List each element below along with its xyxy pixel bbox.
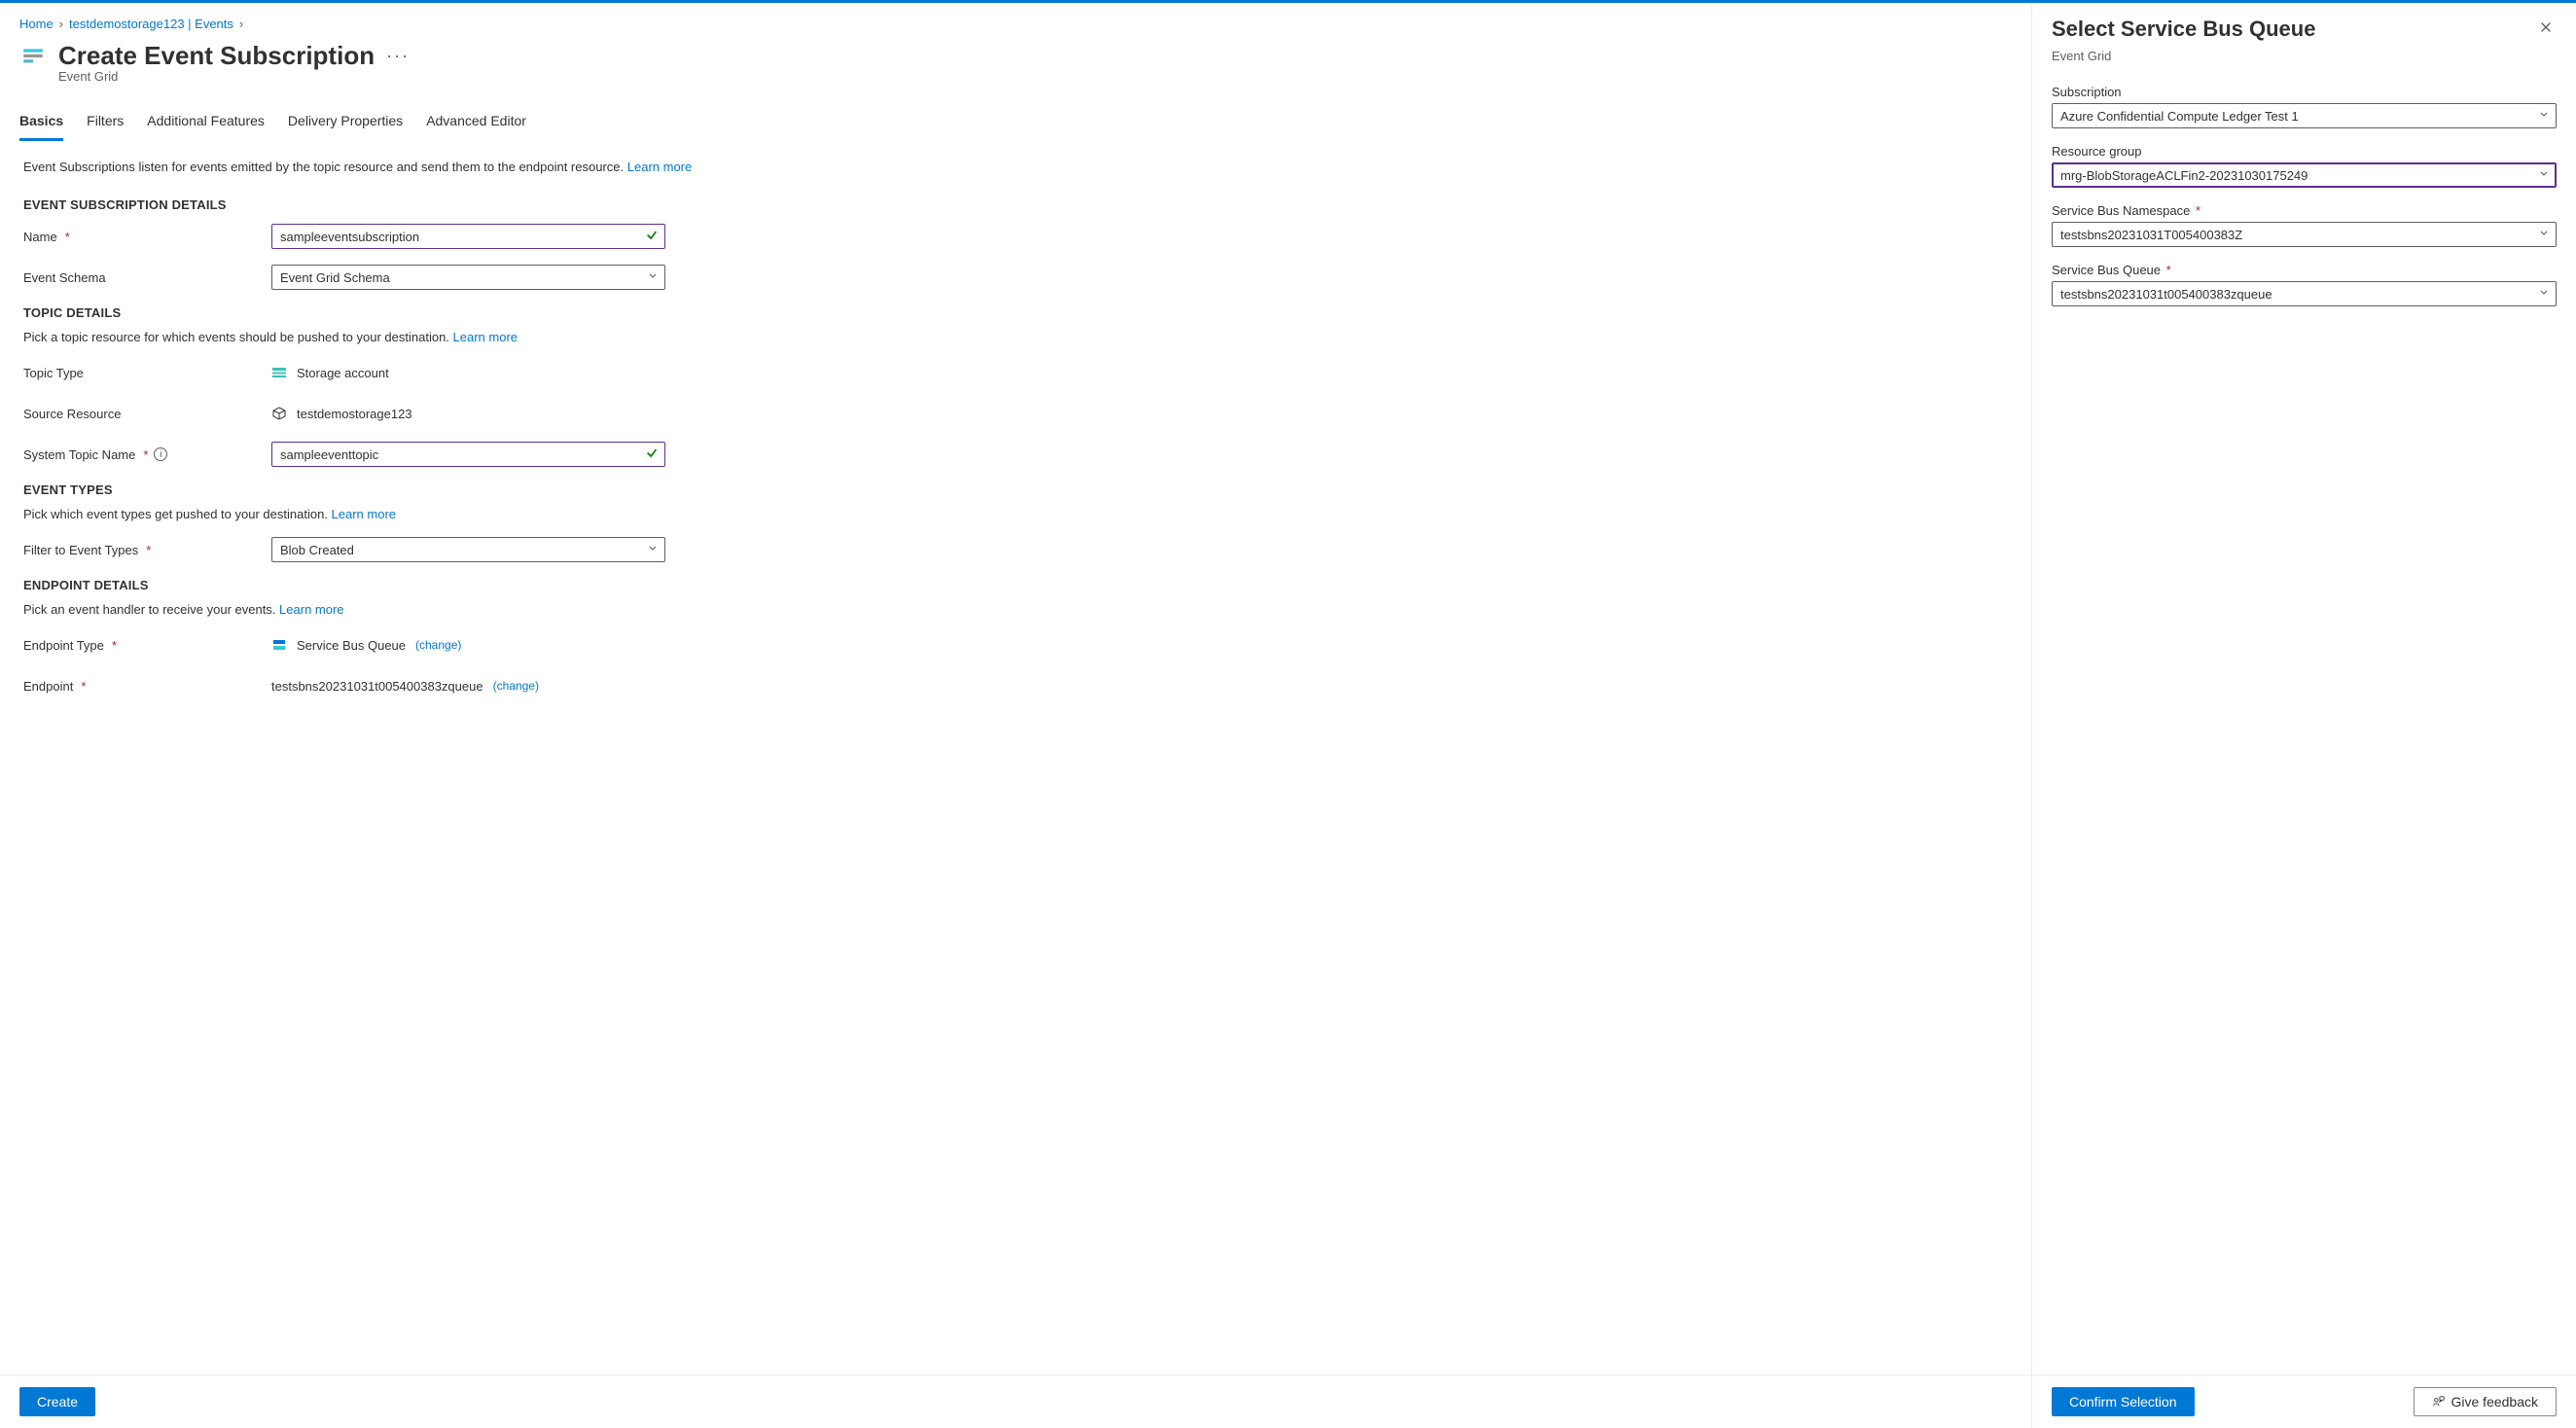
learn-more-link[interactable]: Learn more [332, 507, 396, 521]
service-bus-icon [271, 637, 287, 653]
event-types-desc: Pick which event types get pushed to you… [23, 507, 2008, 521]
confirm-selection-button[interactable]: Confirm Selection [2052, 1387, 2195, 1416]
person-feedback-icon [2432, 1395, 2446, 1409]
event-schema-label: Event Schema [23, 270, 271, 285]
give-feedback-button[interactable]: Give feedback [2414, 1387, 2558, 1416]
chevron-down-icon [2538, 109, 2550, 124]
breadcrumb-home[interactable]: Home [19, 17, 54, 31]
topic-type-label: Topic Type [23, 366, 271, 380]
more-actions-button[interactable]: ··· [386, 46, 410, 66]
chevron-down-icon [647, 270, 659, 285]
endpoint-type-value: Service Bus Queue [297, 638, 406, 653]
intro-text: Event Subscriptions listen for events em… [23, 160, 2008, 174]
close-icon [2539, 20, 2553, 34]
breadcrumb-resource[interactable]: testdemostorage123 | Events [69, 17, 233, 31]
tab-delivery-properties[interactable]: Delivery Properties [288, 107, 403, 141]
chevron-right-icon: › [239, 17, 243, 31]
chevron-right-icon: › [59, 17, 63, 31]
namespace-label: Service Bus Namespace * [2052, 203, 2557, 218]
cube-icon [271, 406, 287, 421]
queue-label: Service Bus Queue * [2052, 263, 2557, 277]
tab-additional-features[interactable]: Additional Features [147, 107, 265, 141]
section-topic-details: TOPIC DETAILS [23, 305, 2008, 320]
info-icon[interactable]: i [154, 447, 167, 461]
filter-event-types-select[interactable]: Blob Created [271, 537, 665, 562]
close-button[interactable] [2535, 17, 2557, 43]
resource-group-select[interactable]: mrg-BlobStorageACLFin2-20231030175249 [2052, 162, 2557, 188]
breadcrumb: Home › testdemostorage123 | Events › [0, 3, 2031, 37]
namespace-select[interactable]: testsbns20231031T005400383Z [2052, 222, 2557, 247]
system-topic-label: System Topic Name* i [23, 447, 271, 462]
tabs: Basics Filters Additional Features Deliv… [0, 107, 2031, 142]
tab-basics[interactable]: Basics [19, 107, 63, 141]
event-schema-select[interactable]: Event Grid Schema [271, 265, 665, 290]
page-title: Create Event Subscription [58, 41, 375, 71]
queue-select[interactable]: testsbns20231031t005400383zqueue [2052, 281, 2557, 306]
name-label: Name* [23, 230, 271, 244]
section-endpoint-details: ENDPOINT DETAILS [23, 578, 2008, 592]
check-icon [645, 229, 659, 245]
change-endpoint-link[interactable]: (change) [493, 679, 539, 693]
chevron-down-icon [2538, 287, 2550, 302]
change-endpoint-type-link[interactable]: (change) [415, 638, 461, 652]
section-subscription-details: EVENT SUBSCRIPTION DETAILS [23, 197, 2008, 212]
topic-desc: Pick a topic resource for which events s… [23, 330, 2008, 344]
endpoint-label: Endpoint* [23, 679, 271, 694]
tab-filters[interactable]: Filters [87, 107, 124, 141]
endpoint-value: testsbns20231031t005400383zqueue [271, 679, 483, 694]
source-resource-value: testdemostorage123 [271, 406, 412, 421]
check-icon [645, 446, 659, 463]
topic-type-value: Storage account [271, 365, 389, 380]
section-event-types: EVENT TYPES [23, 482, 2008, 497]
chevron-down-icon [647, 543, 659, 557]
endpoint-type-label: Endpoint Type* [23, 638, 271, 653]
resource-group-label: Resource group [2052, 144, 2557, 159]
source-resource-label: Source Resource [23, 407, 271, 421]
side-footer: Confirm Selection Give feedback [2032, 1374, 2576, 1428]
main-footer: Create [0, 1374, 2031, 1428]
chevron-down-icon [2538, 228, 2550, 242]
endpoint-desc: Pick an event handler to receive your ev… [23, 602, 2008, 617]
filter-event-types-label: Filter to Event Types* [23, 543, 271, 557]
name-input[interactable] [271, 224, 665, 249]
side-panel-title: Select Service Bus Queue [2052, 17, 2315, 42]
event-grid-icon [19, 43, 47, 70]
tab-advanced-editor[interactable]: Advanced Editor [426, 107, 526, 141]
storage-icon [271, 365, 287, 380]
side-panel: Select Service Bus Queue Event Grid Subs… [2031, 3, 2576, 1428]
subscription-label: Subscription [2052, 85, 2557, 99]
create-button[interactable]: Create [19, 1387, 95, 1416]
system-topic-input[interactable] [271, 442, 665, 467]
side-panel-subtitle: Event Grid [2032, 49, 2576, 81]
page-subtitle: Event Grid [0, 69, 2031, 93]
learn-more-link[interactable]: Learn more [279, 602, 343, 617]
chevron-down-icon [2538, 168, 2550, 183]
subscription-select[interactable]: Azure Confidential Compute Ledger Test 1 [2052, 103, 2557, 128]
learn-more-link[interactable]: Learn more [627, 160, 692, 174]
learn-more-link[interactable]: Learn more [453, 330, 518, 344]
